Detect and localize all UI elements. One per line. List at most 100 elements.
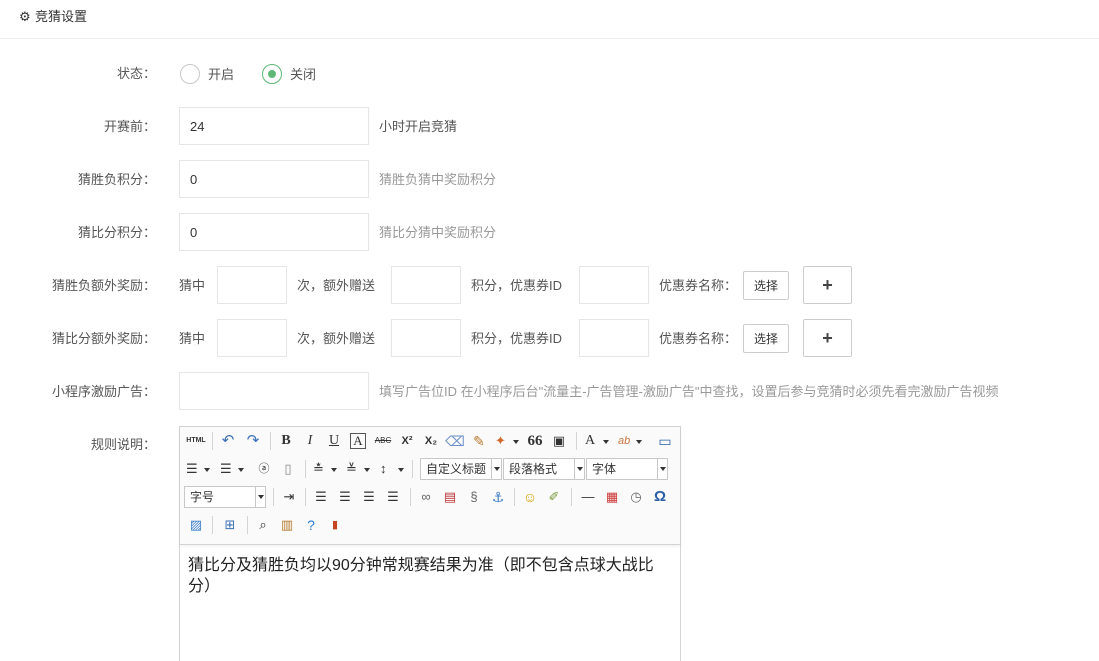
mini-ad-id-input[interactable] [179, 372, 369, 410]
select-all-icon[interactable]: ⓐ [254, 459, 274, 479]
before-match-label: 开赛前： [103, 119, 156, 134]
auto-format-icon[interactable]: ✦ [493, 431, 521, 451]
strikethrough-icon[interactable]: ABC [372, 431, 394, 451]
toolbar-separator [514, 488, 515, 506]
indent-icon[interactable]: ⇥ [279, 487, 299, 507]
format-brush-icon[interactable]: ✎ [469, 431, 489, 451]
image-icon[interactable]: ▤ [440, 487, 460, 507]
superscript-icon[interactable]: X² [397, 431, 417, 451]
score-extra-points-input[interactable] [391, 319, 461, 357]
undo-icon[interactable]: ↶ [218, 431, 238, 451]
panel-header: ⚙ 竞猜设置 [0, 0, 1099, 39]
before-match-suffix: 小时开启竞猜 [379, 119, 458, 134]
135-editor-icon[interactable]: ▮ [325, 515, 345, 535]
anchor-icon[interactable]: ⚓ [488, 487, 508, 507]
highlight-color-icon[interactable]: ab [616, 431, 644, 451]
font-family-select[interactable]: 字体 [586, 458, 668, 480]
link-icon[interactable]: ∞ [416, 487, 436, 507]
date-icon[interactable]: ▦ [602, 487, 622, 507]
paragraph-format-select[interactable]: 段落格式 [503, 458, 585, 480]
special-char-icon[interactable]: Ω [650, 487, 670, 507]
line-height-icon[interactable]: ↕ [378, 459, 406, 479]
font-family-label: 字体 [592, 462, 617, 476]
rich-text-editor: HTML ↶ ↷ B I U A ABC X² X₂ ⌫ ✎ ✦ 66 ▣ A … [179, 426, 681, 661]
unlink-icon[interactable]: § [464, 487, 484, 507]
font-color-icon[interactable]: A [583, 431, 611, 451]
score-extra-select-button[interactable]: 选择 [743, 324, 789, 353]
align-left-icon[interactable]: ☰ [311, 487, 331, 507]
clear-doc-icon[interactable]: ▯ [278, 459, 298, 479]
win-lose-points-input[interactable] [179, 160, 369, 198]
toolbar-separator [212, 516, 213, 534]
unordered-list-icon[interactable]: ☰ [218, 459, 246, 479]
win-lose-extra-points-text: 积分，优惠券ID [471, 278, 563, 293]
status-option-off[interactable]: 关闭 [290, 67, 316, 83]
font-size-select[interactable]: 字号 [184, 486, 266, 508]
before-match-hours-input[interactable] [179, 107, 369, 145]
underline-icon[interactable]: U [324, 431, 344, 451]
win-lose-points-label: 猜胜负积分： [77, 172, 156, 187]
status-radio-off[interactable] [262, 64, 282, 84]
toolbar-separator [212, 432, 213, 450]
score-points-label: 猜比分积分： [77, 225, 156, 240]
win-lose-extra-points-input[interactable] [391, 266, 461, 304]
win-lose-extra-hit-text: 猜中 [179, 278, 206, 293]
eraser-icon[interactable]: ⌫ [445, 431, 465, 451]
ordered-list-icon[interactable]: ☰ [184, 459, 212, 479]
row-spacing-top-icon[interactable]: ≛ [311, 459, 339, 479]
status-option-on[interactable]: 开启 [208, 67, 234, 83]
align-center-icon[interactable]: ☰ [335, 487, 355, 507]
win-lose-extra-coupon-input[interactable] [579, 266, 649, 304]
search-replace-icon[interactable]: ⌕ [253, 515, 273, 535]
win-lose-extra-times-input[interactable] [217, 266, 287, 304]
redo-icon[interactable]: ↷ [243, 431, 263, 451]
mini-ad-label: 小程序激励广告： [51, 384, 156, 399]
win-lose-extra-times-text: 次，额外赠送 [297, 278, 376, 293]
custom-title-select[interactable]: 自定义标题 [420, 458, 502, 480]
score-points-input[interactable] [179, 213, 369, 251]
font-size-label: 字号 [190, 490, 215, 504]
font-border-icon[interactable]: A [350, 433, 366, 449]
align-right-icon[interactable]: ☰ [359, 487, 379, 507]
win-lose-extra-select-button[interactable]: 选择 [743, 271, 789, 300]
score-extra-times-text: 次，额外赠送 [297, 331, 376, 346]
scrawl-icon[interactable]: ✐ [544, 487, 564, 507]
emoji-icon[interactable]: ☺ [520, 487, 540, 507]
italic-icon[interactable]: I [300, 431, 320, 451]
table-icon[interactable]: ⊞ [220, 515, 240, 535]
editor-content[interactable]: 猜比分及猜胜负均以90分钟常规赛结果为准（即不包含点球大战比分） [188, 555, 668, 597]
win-lose-extra-add-button[interactable]: + [803, 266, 852, 304]
toolbar-separator [412, 460, 413, 478]
status-radio-on[interactable] [180, 64, 200, 84]
row-spacing-bottom-icon[interactable]: ≚ [344, 459, 372, 479]
win-lose-extra-coupon-name-text: 优惠券名称： [659, 278, 738, 293]
blockquote-icon[interactable]: 66 [525, 431, 545, 451]
mini-ad-hint: 填写广告位ID 在小程序后台"流量主-广告管理-激励广告"中查找，设置后参与竞猜… [379, 384, 999, 399]
score-extra-coupon-name-text: 优惠券名称： [659, 331, 738, 346]
time-icon[interactable]: ◷ [626, 487, 646, 507]
score-extra-add-button[interactable]: + [803, 319, 852, 357]
fullscreen-icon[interactable]: ▭ [655, 431, 675, 451]
help-icon[interactable]: ? [301, 515, 321, 535]
score-extra-times-input[interactable] [217, 319, 287, 357]
subscript-icon[interactable]: X₂ [421, 431, 441, 451]
align-justify-icon[interactable]: ☰ [383, 487, 403, 507]
win-lose-extra-label: 猜胜负额外奖励： [51, 278, 156, 293]
gear-icon: ⚙ [19, 9, 31, 24]
html-source-icon[interactable]: HTML [184, 431, 208, 451]
score-extra-points-text: 积分，优惠券ID [471, 331, 563, 346]
chevron-down-icon [255, 487, 265, 507]
chevron-down-icon [657, 459, 667, 479]
template-icon[interactable]: ▥ [277, 515, 297, 535]
paste-text-icon[interactable]: ▣ [549, 431, 569, 451]
toolbar-separator [305, 460, 306, 478]
custom-title-label: 自定义标题 [426, 462, 487, 476]
toolbar-separator [270, 432, 271, 450]
chevron-down-icon [491, 459, 501, 479]
bold-icon[interactable]: B [276, 431, 296, 451]
insert-frame-icon[interactable]: ▨ [186, 515, 206, 535]
toolbar-separator [247, 516, 248, 534]
horizontal-rule-icon[interactable]: — [578, 487, 598, 507]
score-extra-coupon-input[interactable] [579, 319, 649, 357]
chevron-down-icon [574, 459, 584, 479]
